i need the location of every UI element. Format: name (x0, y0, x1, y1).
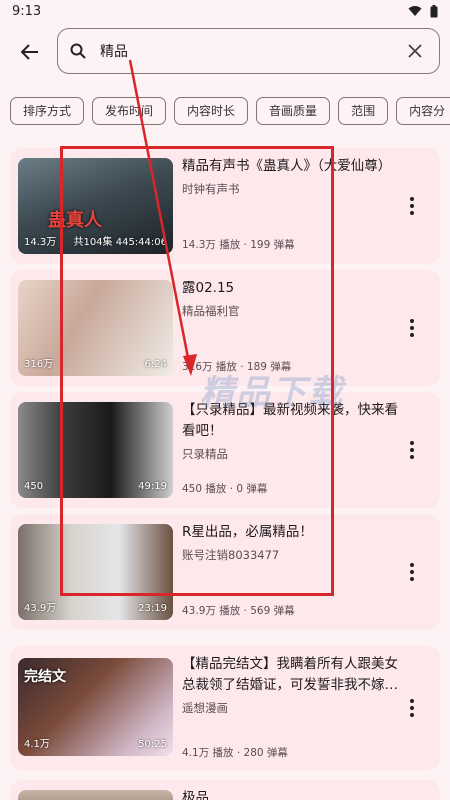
filter-sort[interactable]: 排序方式 (10, 97, 85, 125)
duration: 49:19 (138, 481, 167, 492)
video-card[interactable]: 极品 (10, 780, 440, 800)
video-author: 遥想漫画 (182, 701, 228, 715)
video-title: 【只录精品】最新视频来袭，快来看看吧！ (182, 402, 398, 439)
more-options-button[interactable] (402, 316, 422, 340)
video-stats: 450 播放 · 0 弹幕 (182, 483, 268, 495)
thumbnail-caption: 完结文 (24, 669, 66, 685)
video-card[interactable]: 43.9万 23:19 R星出品，必属精品！ 账号注销8033477 43.9万… (10, 514, 440, 630)
thumbnail-caption: 蛊真人 (48, 210, 102, 231)
search-field[interactable] (57, 28, 440, 74)
video-stats: 4.1万 播放 · 280 弹幕 (182, 747, 288, 759)
filter-publish-time[interactable]: 发布时间 (92, 97, 167, 125)
filter-duration[interactable]: 内容时长 (174, 97, 249, 125)
search-icon (70, 43, 86, 59)
status-icons (408, 4, 438, 18)
video-thumbnail: 完结文 4.1万 50:25 (18, 658, 173, 756)
video-title: R星出品，必属精品！ (182, 524, 313, 540)
duration: 23:19 (138, 603, 167, 614)
video-stats: 43.9万 播放 · 569 弹幕 (182, 605, 295, 617)
video-thumbnail: 43.9万 23:19 (18, 524, 173, 620)
battery-icon (430, 4, 438, 17)
video-thumbnail: 316万 6:24 (18, 280, 173, 376)
filter-chips: 排序方式 发布时间 内容时长 音画质量 范围 内容分 (10, 97, 450, 127)
view-count: 4.1万 (24, 739, 50, 750)
video-author: 精品福利官 (182, 304, 240, 318)
wifi-icon (408, 6, 422, 16)
video-author: 时钟有声书 (182, 182, 240, 196)
filter-quality[interactable]: 音画质量 (256, 97, 331, 125)
video-thumbnail: 蛊真人 14.3万 共104集 445:44:06 (18, 158, 173, 254)
video-title: 极品 (182, 790, 209, 800)
status-bar: 9:13 (0, 0, 450, 22)
close-icon (408, 44, 422, 58)
video-title: 精品有声书《蛊真人》（大爱仙尊） (182, 158, 392, 174)
video-card[interactable]: 蛊真人 14.3万 共104集 445:44:06 精品有声书《蛊真人》（大爱仙… (10, 148, 440, 264)
video-card[interactable]: 316万 6:24 露02.15 精品福利官 316万 播放 · 189 弹幕 (10, 270, 440, 386)
status-time: 9:13 (12, 3, 42, 19)
video-card[interactable]: 完结文 4.1万 50:25 【精品完结文】我瞒着所有人跟美女总裁领了结婚证，可… (10, 646, 440, 770)
back-button[interactable] (6, 28, 54, 76)
view-count: 14.3万 (24, 237, 57, 248)
duration: 50:25 (138, 739, 167, 750)
view-count: 43.9万 (24, 603, 57, 614)
more-options-button[interactable] (402, 560, 422, 584)
search-bar (0, 28, 450, 76)
more-options-button[interactable] (402, 438, 422, 462)
back-arrow-icon (21, 44, 38, 60)
video-thumbnail: 450 49:19 (18, 402, 173, 498)
video-author: 只录精品 (182, 447, 228, 461)
view-count: 450 (24, 481, 44, 492)
filter-content[interactable]: 内容分 (396, 97, 450, 125)
video-card[interactable]: 450 49:19 【只录精品】最新视频来袭，快来看看吧！ 只录精品 450 播… (10, 392, 440, 508)
video-stats: 14.3万 播放 · 199 弹幕 (182, 239, 295, 251)
view-count: 316万 (24, 359, 54, 370)
clear-button[interactable] (403, 39, 427, 63)
video-title: 【精品完结文】我瞒着所有人跟美女总裁领了结婚证，可发誓非我不嫁的三个未婚妻… (182, 656, 398, 693)
video-author: 账号注销8033477 (182, 548, 280, 562)
video-stats: 316万 播放 · 189 弹幕 (182, 361, 292, 373)
video-thumbnail (18, 790, 173, 800)
more-options-button[interactable] (402, 696, 422, 720)
video-title: 露02.15 (182, 280, 235, 296)
more-options-button[interactable] (402, 194, 422, 218)
duration: 共104集 445:44:06 (73, 237, 167, 248)
duration: 6:24 (144, 359, 167, 370)
filter-scope[interactable]: 范围 (338, 97, 389, 125)
search-input[interactable] (100, 43, 403, 59)
